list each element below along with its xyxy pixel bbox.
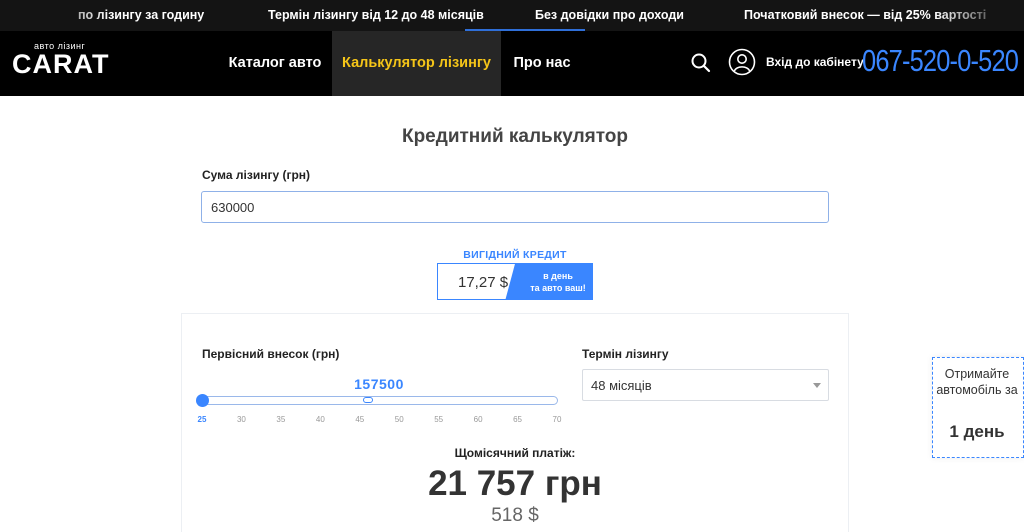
chevron-down-icon	[813, 383, 821, 388]
logo-wordmark: CARAT	[12, 49, 110, 79]
slider-handle[interactable]	[196, 394, 209, 407]
monthly-payment-usd: 518 $	[491, 505, 539, 526]
sum-label: Сума лізингу (грн)	[202, 168, 311, 182]
cabinet-button[interactable]	[728, 48, 756, 76]
monthly-payment-label: Щомісячний платіж:	[454, 446, 576, 460]
term-select-value: 48 місяців	[591, 378, 652, 393]
promo-ticker: по лізингу за годину Термін лізингу від …	[0, 0, 1024, 31]
promo-tag-line: та авто ваш!	[530, 283, 586, 293]
search-icon	[691, 53, 711, 73]
logo[interactable]: авто лізинг CARAT	[12, 39, 112, 87]
sum-input[interactable]	[201, 191, 829, 223]
monthly-payment-value: 21 757 грн	[428, 464, 602, 503]
down-payment-value: 157500	[354, 376, 404, 392]
side-promo-days: 1 день	[949, 422, 1005, 441]
term-select[interactable]: 48 місяців	[582, 369, 829, 401]
promo-badge: 17,27 $ в день та авто ваш!	[437, 263, 593, 300]
ticker-fade-left	[0, 0, 110, 31]
down-payment-slider-track[interactable]	[202, 396, 558, 405]
nav-catalog[interactable]: Каталог авто	[218, 31, 332, 96]
term-label: Термін лізингу	[582, 347, 669, 361]
slider-tick-label: 35	[276, 415, 286, 424]
slider-tick-label: 40	[315, 415, 325, 424]
phone-number[interactable]: 067-520-0-520	[862, 43, 1019, 79]
slider-tick-label: 65	[513, 415, 522, 424]
page-title: Кредитний калькулятор	[401, 126, 628, 147]
promo-tag-text: в день та авто ваш!	[524, 270, 592, 294]
user-icon	[728, 48, 756, 76]
slider-tick-label: 30	[236, 415, 246, 424]
promo-title: ВИГІДНИЙ КРЕДИТ	[463, 249, 567, 261]
down-payment-label: Первісний внесок (грн)	[202, 347, 340, 361]
slider-mid-marker	[363, 397, 373, 403]
slider-tick-label: 45	[355, 415, 365, 424]
slider-tick-label: 70	[552, 415, 562, 424]
nav-about[interactable]: Про нас	[501, 31, 583, 96]
side-promo-text: Отримайте автомобіль за	[936, 367, 1018, 397]
slider-tick-label: 50	[394, 415, 404, 424]
promo-price: 17,27 $	[458, 274, 509, 291]
slider-tick-label: 60	[473, 415, 483, 424]
cabinet-link[interactable]: Вхід до кабінету	[766, 55, 864, 69]
search-button[interactable]	[689, 51, 713, 75]
side-promo-card[interactable]: Отримайте автомобіль за 1 день	[932, 357, 1024, 458]
slider-tick-label: 55	[434, 415, 444, 424]
ticker-item: Без довідки про доходи	[535, 8, 684, 22]
nav-calculator[interactable]: Калькулятор лізингу	[332, 31, 501, 96]
promo-tag-line: в день	[543, 271, 573, 281]
ticker-fade-right	[934, 0, 1024, 31]
site-header: авто лізинг CARAT Каталог авто Калькулят…	[0, 31, 1024, 96]
ticker-item: Термін лізингу від 12 до 48 місяців	[268, 8, 484, 22]
slider-tick-label: 25	[197, 415, 207, 424]
